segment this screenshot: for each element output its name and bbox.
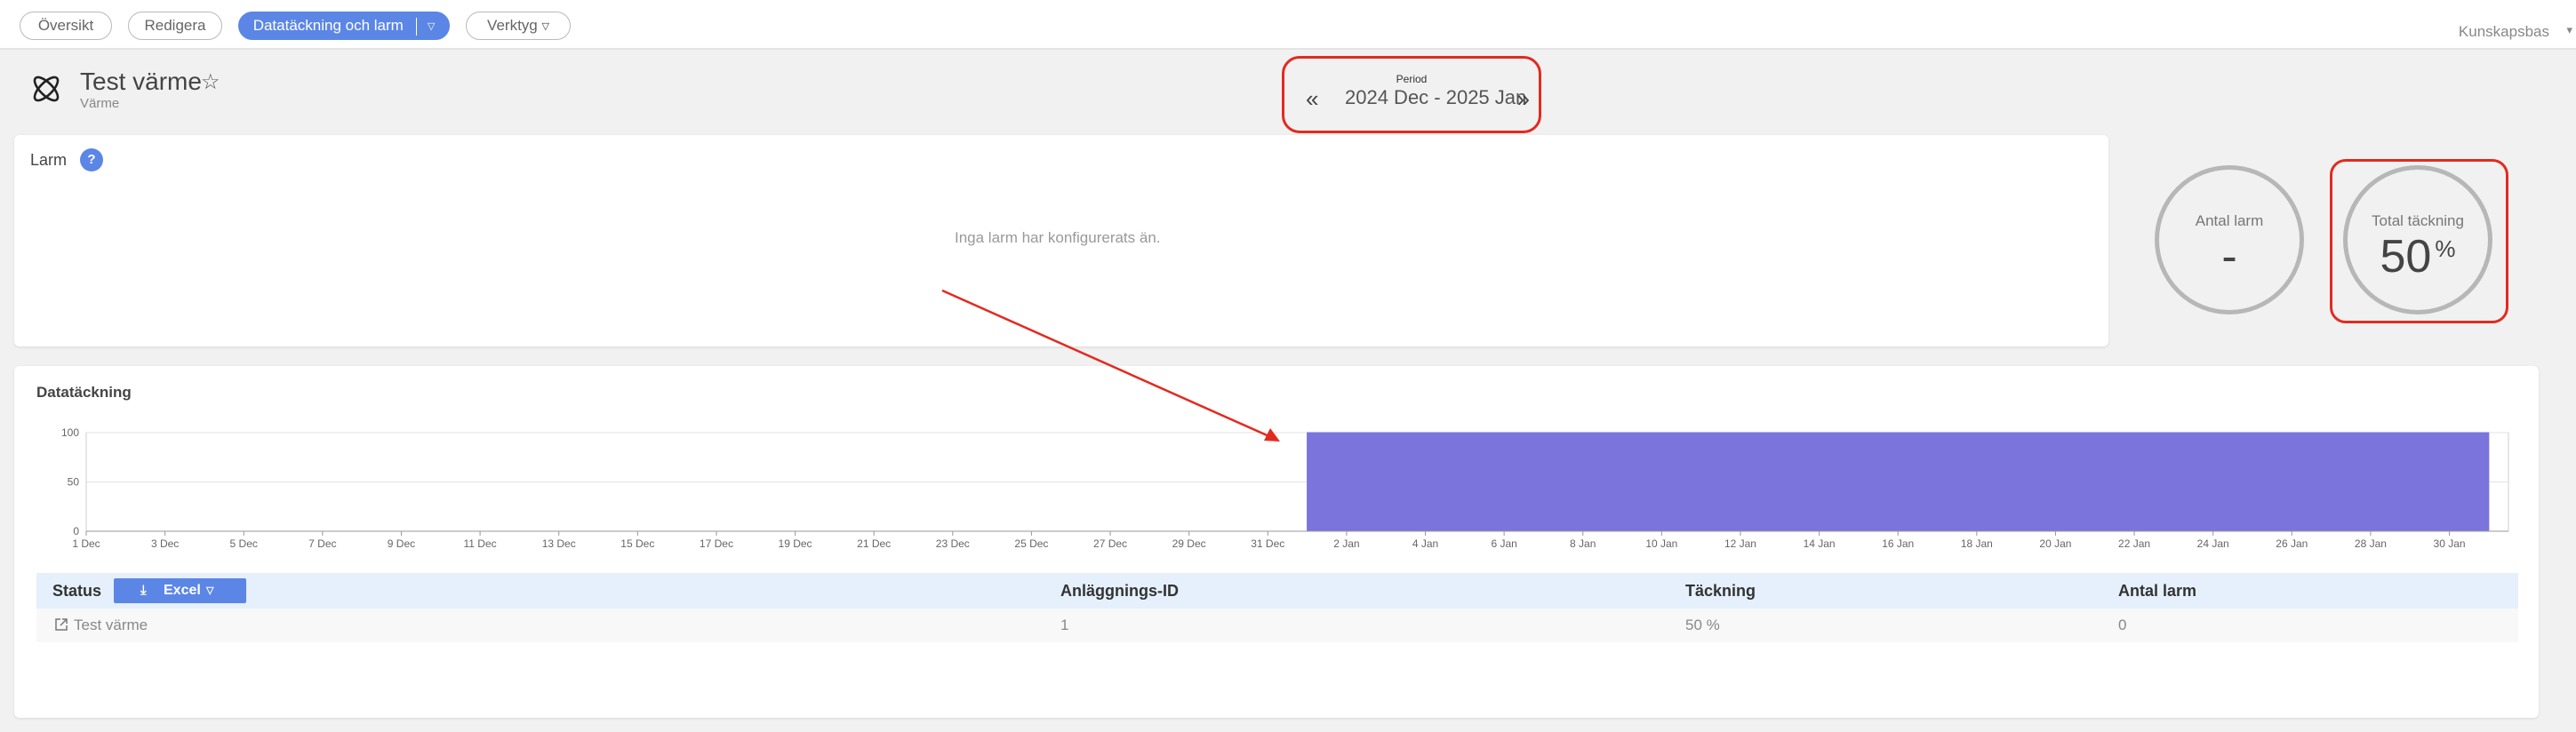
- tab-oversikt[interactable]: Översikt: [20, 12, 112, 40]
- x-tick-label: 15 Dec: [620, 537, 654, 550]
- tab-divider: [415, 17, 417, 36]
- alarm-count-value: -: [2221, 231, 2237, 282]
- row-coverage: 50 %: [1685, 617, 1720, 633]
- x-tick-label: 19 Dec: [779, 537, 812, 550]
- x-tick-label: 9 Dec: [388, 537, 415, 550]
- x-tick-label: 11 Dec: [464, 537, 497, 550]
- x-tick-label: 14 Jan: [1804, 537, 1836, 550]
- x-tick-label: 26 Jan: [2276, 537, 2308, 550]
- coverage-chart: 0 50 100 1 Dec 3 Dec 5 Dec 7 Dec 9 Dec 11 Dec 13 …: [61, 426, 2509, 550]
- x-tick-label: 4 Jan: [1412, 537, 1438, 550]
- y-tick-label: 100: [61, 426, 79, 439]
- tab-datatackning-label: Datatäckning och larm: [252, 17, 404, 34]
- col-status[interactable]: Status: [52, 582, 101, 601]
- x-tick-label: 12 Jan: [1724, 537, 1756, 550]
- y-tick-label: 50: [68, 476, 80, 489]
- alarm-count-label: Antal larm: [2195, 212, 2264, 229]
- x-tick-label: 24 Jan: [2197, 537, 2229, 550]
- row-alarm-count: 0: [2118, 617, 2127, 633]
- top-nav: Översikt Redigera Datatäckning och larm ▽…: [0, 0, 2576, 50]
- star-outline-icon[interactable]: ☆: [201, 69, 220, 95]
- row-facility-id: 1: [1060, 617, 1069, 633]
- x-tick-label: 28 Jan: [2355, 537, 2387, 550]
- period-selector: Period « 2024 Dec - 2025 Jan »: [1282, 56, 1541, 133]
- col-coverage[interactable]: Täckning: [1685, 582, 1756, 601]
- double-chevron-left-icon[interactable]: «: [1306, 85, 1318, 113]
- atom-icon: [33, 76, 60, 102]
- col-facility-id[interactable]: Anläggnings-ID: [1060, 582, 1179, 601]
- x-tick-label: 3 Dec: [151, 537, 179, 550]
- tab-redigera[interactable]: Redigera: [128, 12, 222, 40]
- x-tick-label: 13 Dec: [542, 537, 576, 550]
- annotation-highlight-box: [2330, 159, 2508, 323]
- x-tick-label: 10 Jan: [1645, 537, 1677, 550]
- chevron-down-icon[interactable]: ▽: [428, 13, 435, 40]
- tab-verktyg-label: Verktyg: [487, 17, 538, 34]
- period-label: Period: [1396, 73, 1428, 85]
- tab-datatackning-och-larm[interactable]: Datatäckning och larm ▽: [238, 12, 450, 40]
- x-tick-label: 25 Dec: [1014, 537, 1048, 550]
- col-alarm-count[interactable]: Antal larm: [2118, 582, 2196, 601]
- help-icon[interactable]: ?: [80, 148, 103, 171]
- x-tick-label: 30 Jan: [2434, 537, 2466, 550]
- chevron-down-icon: ▽: [206, 585, 214, 596]
- table-header: Status ⤓ Excel ▽ Anläggnings-ID Täckning…: [36, 573, 2518, 609]
- x-tick-label: 20 Jan: [2039, 537, 2071, 550]
- period-value[interactable]: 2024 Dec - 2025 Jan: [1345, 86, 1526, 109]
- page-title: Test värme: [80, 68, 202, 95]
- x-tick-label: 18 Jan: [1961, 537, 1993, 550]
- x-tick-label: 31 Dec: [1251, 537, 1284, 550]
- page-subtitle: Värme: [80, 96, 120, 111]
- download-icon: ⤓: [140, 583, 147, 598]
- chevron-down-icon[interactable]: ▾: [2566, 23, 2572, 37]
- x-tick-label: 16 Jan: [1882, 537, 1914, 550]
- table-row[interactable]: Test värme 1 50 % 0: [36, 609, 2518, 642]
- x-tick-label: 27 Dec: [1093, 537, 1127, 550]
- x-tick-label: 8 Jan: [1570, 537, 1596, 550]
- coverage-title: Datatäckning: [36, 384, 132, 401]
- excel-label: Excel: [164, 583, 201, 598]
- x-tick-label: 17 Dec: [700, 537, 733, 550]
- alarms-panel: Larm ? Inga larm har konfigurerats än.: [14, 135, 2108, 346]
- row-name[interactable]: Test värme: [74, 617, 148, 634]
- knowledge-base-link[interactable]: Kunskapsbas: [2459, 23, 2549, 41]
- alarms-title: Larm: [30, 151, 68, 169]
- tab-verktyg[interactable]: Verktyg ▽: [466, 12, 571, 40]
- excel-export-button[interactable]: ⤓ Excel ▽: [114, 578, 246, 603]
- alarm-count-gauge: Antal larm -: [2155, 165, 2304, 314]
- x-tick-label: 1 Dec: [72, 537, 100, 550]
- x-tick-label: 21 Dec: [857, 537, 891, 550]
- external-link-icon[interactable]: [54, 617, 68, 632]
- x-tick-label: 5 Dec: [230, 537, 258, 550]
- coverage-panel: Datatäckning 0 50 100 1 Dec 3 Dec 5 Dec 7 Dec 9…: [14, 366, 2539, 718]
- x-tick-label: 29 Dec: [1172, 537, 1206, 550]
- x-tick-label: 22 Jan: [2118, 537, 2150, 550]
- x-tick-label: 6 Jan: [1491, 537, 1516, 550]
- x-tick-label: 23 Dec: [936, 537, 970, 550]
- x-tick-label: 7 Dec: [308, 537, 336, 550]
- x-tick-label: 2 Jan: [1333, 537, 1359, 550]
- alarms-empty-message: Inga larm har konfigurerats än.: [955, 229, 1161, 246]
- double-chevron-right-icon[interactable]: »: [1517, 85, 1530, 113]
- y-tick-label: 0: [73, 525, 79, 537]
- chevron-down-icon: ▽: [541, 20, 549, 32]
